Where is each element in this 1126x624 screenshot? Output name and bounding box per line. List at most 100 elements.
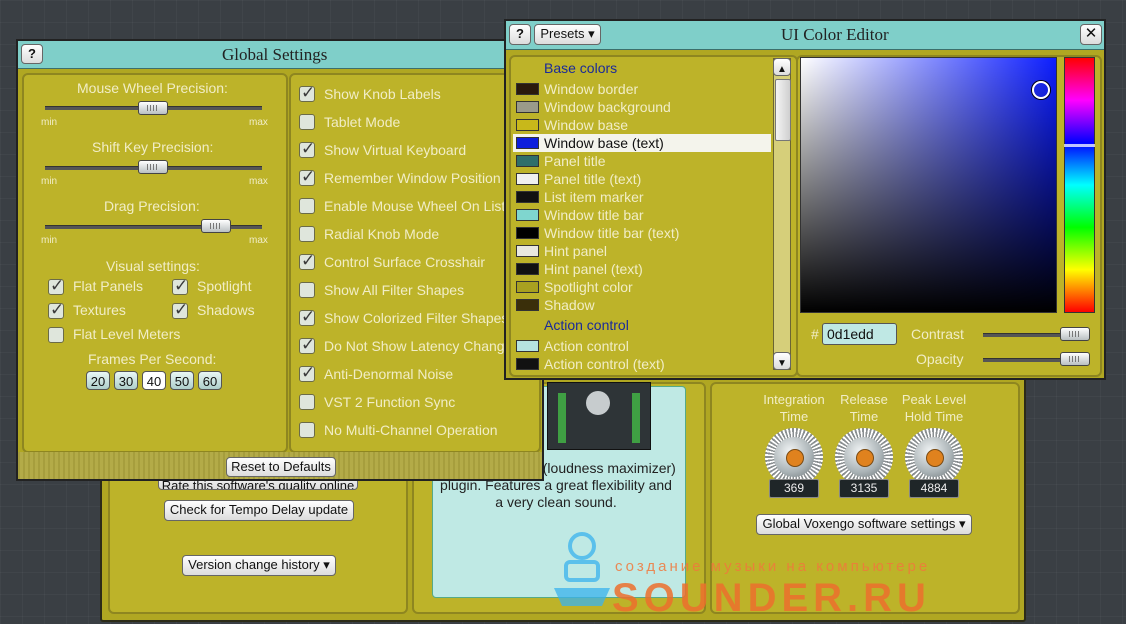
fps-30-button[interactable]: 30 [114, 371, 138, 390]
shift-key-min-label: min [41, 176, 58, 187]
enable-mouse-wheel-checkbox[interactable] [299, 198, 315, 214]
vst2-function-sync-label: VST 2 Function Sync [324, 394, 456, 410]
arrow-down-icon: ▼ [777, 358, 787, 369]
color-list-item[interactable]: Window border [513, 80, 771, 98]
contrast-label: Contrast [911, 326, 964, 342]
color-list-label: Action control (text) [544, 356, 665, 372]
version-history-button[interactable]: Version change history ▾ [182, 555, 336, 576]
anti-denormal-noise-checkbox[interactable] [299, 363, 315, 383]
color-list-label: Window base [544, 117, 629, 133]
color-swatch [516, 83, 539, 95]
tablet-mode-checkbox[interactable] [299, 114, 315, 130]
shift-key-precision-label: Shift Key Precision: [92, 139, 214, 155]
color-list-label: Panel title (text) [544, 171, 642, 187]
radial-knob-mode-checkbox[interactable] [299, 226, 315, 242]
textures-checkbox[interactable] [48, 300, 64, 320]
flat-panels-checkbox[interactable] [48, 276, 64, 296]
presets-dropdown[interactable]: Presets ▾ [534, 24, 601, 45]
close-icon: ✕ [1084, 25, 1098, 42]
color-list-item[interactable]: Panel title (text) [513, 170, 771, 188]
no-multichannel-label: No Multi-Channel Operation [324, 422, 498, 438]
no-multichannel-checkbox[interactable] [299, 422, 315, 438]
color-list-item[interactable]: Action control (text) [513, 355, 771, 373]
release-time-value: 3135 [839, 479, 889, 498]
hue-marker[interactable] [1064, 144, 1095, 147]
mouse-wheel-precision-handle[interactable] [138, 101, 168, 115]
global-settings-help-button[interactable]: ? [21, 44, 43, 64]
show-virtual-keyboard-checkbox[interactable] [299, 139, 315, 159]
global-voxengo-settings-button[interactable]: Global Voxengo software settings ▾ [756, 514, 972, 535]
scroll-down-button[interactable]: ▼ [773, 352, 791, 370]
textures-label: Textures [73, 302, 126, 318]
color-list-item-selected[interactable]: Window base (text) [513, 134, 771, 152]
color-list-item[interactable]: Action control [513, 337, 771, 355]
shift-key-precision-handle[interactable] [138, 160, 168, 174]
spotlight-label: Spotlight [197, 278, 252, 294]
show-virtual-keyboard-label: Show Virtual Keyboard [324, 142, 467, 158]
color-list-item[interactable]: Window background [513, 98, 771, 116]
enable-mouse-wheel-label: Enable Mouse Wheel On List [324, 198, 504, 214]
color-list-item[interactable]: Window base [513, 116, 771, 134]
drag-precision-handle[interactable] [201, 219, 231, 233]
vst2-function-sync-checkbox[interactable] [299, 394, 315, 410]
color-editor-help-button[interactable]: ? [509, 24, 531, 45]
hex-input[interactable]: 0d1edd [822, 323, 897, 345]
color-list-item[interactable]: Shadow [513, 296, 771, 314]
color-list-item[interactable]: List item marker [513, 188, 771, 206]
color-list-label: Hint panel [544, 243, 608, 259]
color-swatch [516, 358, 539, 370]
picker-cursor[interactable] [1032, 81, 1050, 99]
visual-settings-label: Visual settings: [106, 258, 200, 274]
scroll-thumb[interactable] [775, 79, 791, 141]
reset-defaults-button[interactable]: Reset to Defaults [226, 457, 336, 477]
show-all-filter-shapes-checkbox[interactable] [299, 282, 315, 298]
contrast-handle[interactable] [1060, 327, 1090, 341]
color-swatch [516, 263, 539, 275]
remember-window-position-label: Remember Window Position [324, 170, 501, 186]
color-list-item[interactable]: Spotlight color [513, 278, 771, 296]
integration-time-knob[interactable] [765, 428, 823, 486]
tempo-delay-update-button[interactable]: Check for Tempo Delay update [164, 500, 354, 521]
color-list-item[interactable]: Window title bar (text) [513, 224, 771, 242]
color-list-label: Window title bar [544, 207, 644, 223]
color-list-label: Window background [544, 99, 671, 115]
hue-slider[interactable] [1064, 57, 1095, 313]
watermark-tagline: создание музыки на компьютере [615, 558, 931, 575]
show-colorized-filter-shapes-checkbox[interactable] [299, 307, 315, 327]
show-knob-labels-checkbox[interactable] [299, 83, 315, 103]
opacity-handle[interactable] [1060, 352, 1090, 366]
color-list-label: Window base (text) [544, 135, 664, 151]
drag-max-label: max [249, 235, 268, 246]
fps-50-button[interactable]: 50 [170, 371, 194, 390]
fps-40-button[interactable]: 40 [142, 371, 166, 390]
global-settings-title: Global Settings [222, 45, 328, 64]
color-swatch [516, 119, 539, 131]
color-list-label: Panel title [544, 153, 606, 169]
fps-20-button[interactable]: 20 [86, 371, 110, 390]
color-list-item[interactable]: Panel title [513, 152, 771, 170]
flat-level-meters-checkbox[interactable] [48, 327, 64, 343]
shadows-checkbox[interactable] [172, 300, 188, 320]
peak-hold-knob[interactable] [905, 428, 963, 486]
no-latency-changes-checkbox[interactable] [299, 335, 315, 355]
color-list-item[interactable]: Hint panel [513, 242, 771, 260]
color-swatch [516, 155, 539, 167]
fps-label: Frames Per Second: [88, 351, 217, 367]
remember-window-position-checkbox[interactable] [299, 167, 315, 187]
saturation-value-field[interactable] [800, 57, 1057, 313]
control-surface-crosshair-checkbox[interactable] [299, 251, 315, 271]
radial-knob-mode-label: Radial Knob Mode [324, 226, 440, 242]
color-list-label: Window title bar (text) [544, 225, 680, 241]
release-time-knob[interactable] [835, 428, 893, 486]
fps-60-button[interactable]: 60 [198, 371, 222, 390]
color-list-label: Window border [544, 81, 639, 97]
color-list-item[interactable]: Hint panel (text) [513, 260, 771, 278]
color-swatch [516, 101, 539, 113]
scroll-up-button[interactable]: ▲ [773, 58, 791, 76]
color-editor-title: UI Color Editor [781, 25, 889, 44]
color-list-item[interactable]: Window title bar [513, 206, 771, 224]
spotlight-checkbox[interactable] [172, 276, 188, 296]
color-swatch [516, 137, 539, 149]
color-swatch [516, 281, 539, 293]
close-button[interactable]: ✕ [1080, 24, 1102, 45]
